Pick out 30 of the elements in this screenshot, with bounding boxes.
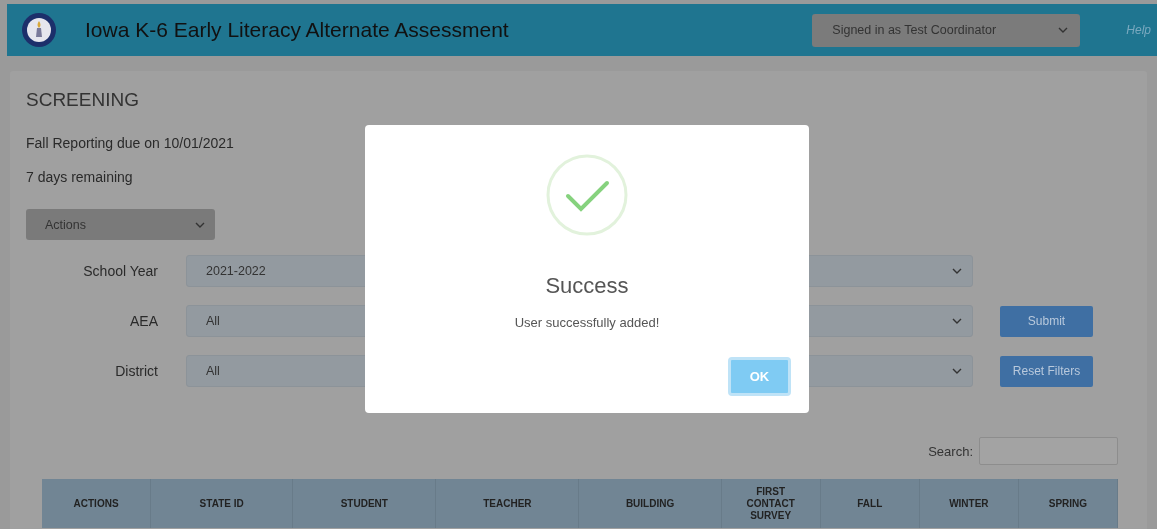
filter-label: District [114, 363, 158, 379]
column-header[interactable]: WINTER [919, 479, 1019, 528]
column-header[interactable]: BUILDING [579, 479, 722, 528]
column-header[interactable]: ACTIONS [42, 479, 152, 528]
chevron-down-icon [1058, 27, 1069, 33]
column-header[interactable]: STUDENT [293, 479, 437, 528]
chevron-down-icon [952, 318, 962, 324]
filter-label: School Year [82, 263, 158, 279]
chevron-down-icon [952, 268, 962, 274]
actions-dropdown[interactable]: Actions [26, 209, 215, 240]
seal-logo-icon [21, 12, 57, 48]
dialog-title: Success [545, 273, 629, 299]
chevron-down-icon [195, 221, 205, 228]
days-remaining-text: 7 days remaining [26, 169, 134, 185]
filter-button[interactable]: Submit [1000, 305, 1093, 337]
filter-button[interactable]: Reset Filters [1000, 355, 1093, 387]
page-title: SCREENING [26, 89, 140, 111]
filter-label: AEA [129, 313, 158, 329]
chevron-down-icon [952, 368, 962, 374]
column-header[interactable]: FIRST CONTACT SURVEY [721, 479, 821, 528]
dialog-message: User successfully added! [514, 315, 660, 330]
column-header[interactable]: TEACHER [436, 479, 580, 528]
column-header[interactable]: STATE ID [151, 479, 294, 528]
app-title: Iowa K-6 Early Literacy Alternate Assessment [85, 18, 510, 42]
column-header[interactable]: FALL [820, 479, 920, 528]
column-header[interactable]: SPRING [1018, 479, 1118, 528]
due-date-text: Fall Reporting due on 10/01/2021 [26, 135, 235, 151]
user-menu-dropdown[interactable]: Signed in as Test Coordinator [812, 13, 1081, 47]
checkmark-icon [546, 154, 628, 236]
search-label: Search: [928, 443, 973, 459]
